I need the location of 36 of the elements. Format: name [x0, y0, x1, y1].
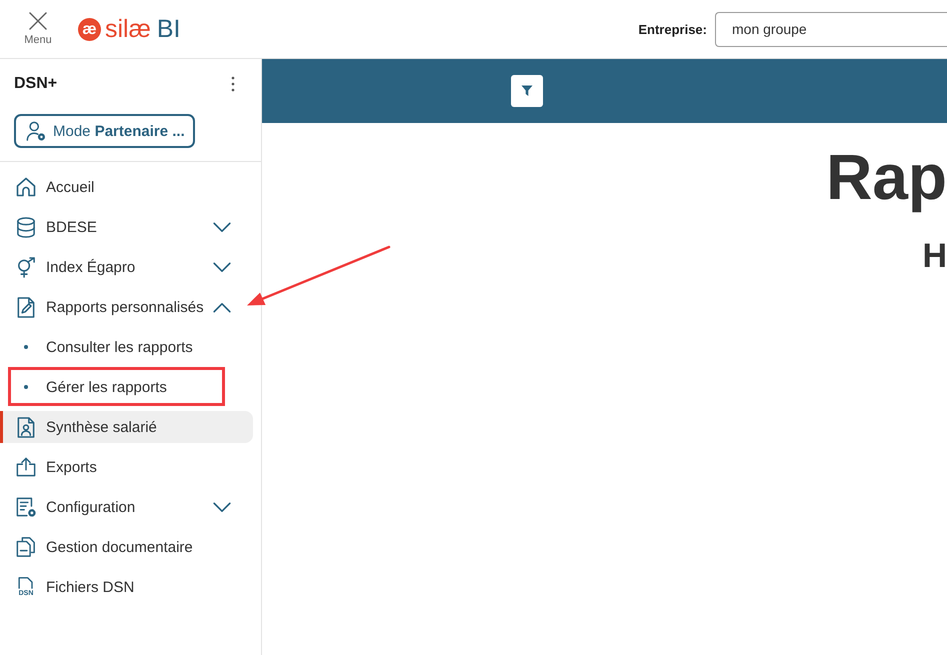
menu-button[interactable]: Menu	[21, 12, 55, 46]
company-label: Entreprise:	[638, 22, 707, 36]
bullet-icon	[24, 345, 28, 349]
logo-suffix: BI	[156, 15, 180, 43]
logo-name: silæ	[105, 15, 151, 43]
sidebar-title: DSN+	[14, 75, 58, 93]
database-icon	[16, 216, 36, 238]
nav-item[interactable]: BDESE	[0, 211, 253, 243]
nav-subitem[interactable]: Consulter les rapports	[0, 331, 253, 363]
document-person-icon	[16, 416, 36, 438]
document-gear-icon	[16, 497, 36, 517]
mode-button[interactable]: Mode Partenaire ...	[14, 114, 195, 148]
documents-icon	[16, 537, 36, 557]
home-icon	[16, 177, 36, 197]
gender-symbol-icon	[16, 256, 36, 278]
filter-button[interactable]	[511, 75, 543, 107]
close-icon	[29, 12, 47, 30]
nav-item[interactable]: Exports	[0, 451, 253, 483]
report-subtitle: H	[922, 236, 947, 276]
nav-item[interactable]: Gestion documentaire	[0, 531, 253, 563]
nav-item[interactable]: Index Égapro	[0, 251, 253, 283]
upload-icon	[16, 457, 36, 477]
report-title: Rap	[826, 140, 947, 214]
user-gear-icon	[26, 121, 46, 141]
bullet-icon	[24, 385, 28, 389]
nav-item[interactable]: Accueil	[0, 171, 253, 203]
more-icon[interactable]	[231, 76, 235, 92]
file-icon	[18, 577, 34, 589]
nav-item[interactable]: Synthèse salarié	[0, 411, 253, 443]
nav-subitem[interactable]: Gérer les rapports	[0, 371, 253, 403]
logo-mark: æ	[78, 18, 101, 40]
company-field[interactable]: mon groupe	[715, 12, 947, 46]
filter-icon	[521, 85, 533, 97]
nav-item[interactable]: Configuration	[0, 491, 253, 523]
document-pencil-icon	[16, 296, 36, 318]
nav-item[interactable]: Rapports personnalisés	[0, 291, 253, 323]
